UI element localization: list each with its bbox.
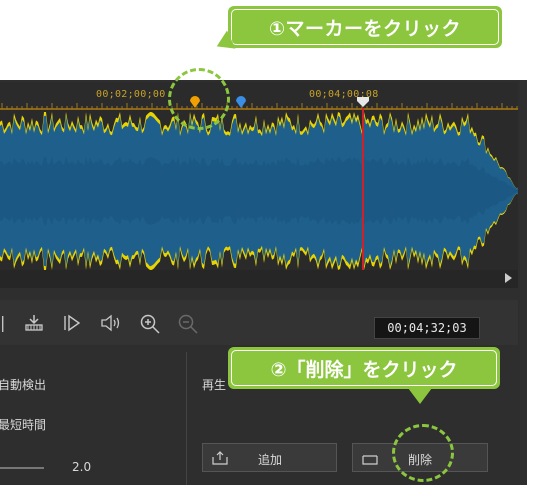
min-duration-label: 最短時間 (0, 418, 47, 432)
callout-step1-text: ①マーカーをクリック (268, 17, 462, 40)
min-duration-slider[interactable] (0, 467, 44, 469)
highlight-ring-delete (392, 424, 454, 482)
playhead-line[interactable] (362, 108, 364, 270)
auto-detect-label: 自動検出 (0, 378, 47, 392)
playback-label: 再生 (202, 378, 227, 392)
add-button-label: 追加 (258, 453, 283, 467)
volume-icon[interactable] (100, 313, 122, 333)
timecode-display: 00;04;32;03 (374, 317, 480, 339)
play-icon[interactable] (62, 313, 82, 333)
callout-step2-tail (408, 388, 432, 404)
zoom-in-icon[interactable] (139, 313, 161, 335)
add-marker-button[interactable]: 追加 (202, 443, 337, 472)
bar-icon[interactable]: | (0, 313, 5, 333)
timeline-ticks (0, 103, 518, 110)
waveform-scrollbar[interactable] (0, 270, 518, 288)
timeline-label-1: 00;02;00;00 (96, 89, 166, 100)
callout-step2-text: ②「削除」をクリック (270, 358, 458, 381)
callout-step2: ②「削除」をクリック (228, 347, 500, 389)
add-icon (212, 451, 228, 465)
playhead-icon[interactable] (356, 96, 370, 108)
slider-value: 2.0 (72, 460, 92, 474)
callout-step1: ①マーカーをクリック (228, 6, 502, 48)
delete-icon (362, 455, 378, 465)
zoom-out-icon[interactable] (177, 313, 199, 335)
split-icon[interactable] (24, 313, 44, 333)
waveform[interactable] (0, 110, 518, 272)
marker-blue-icon[interactable] (235, 93, 247, 109)
scroll-right-icon[interactable] (505, 273, 512, 283)
editor-edge (527, 80, 539, 485)
panel-divider (186, 352, 187, 485)
highlight-ring-markers (168, 68, 230, 130)
